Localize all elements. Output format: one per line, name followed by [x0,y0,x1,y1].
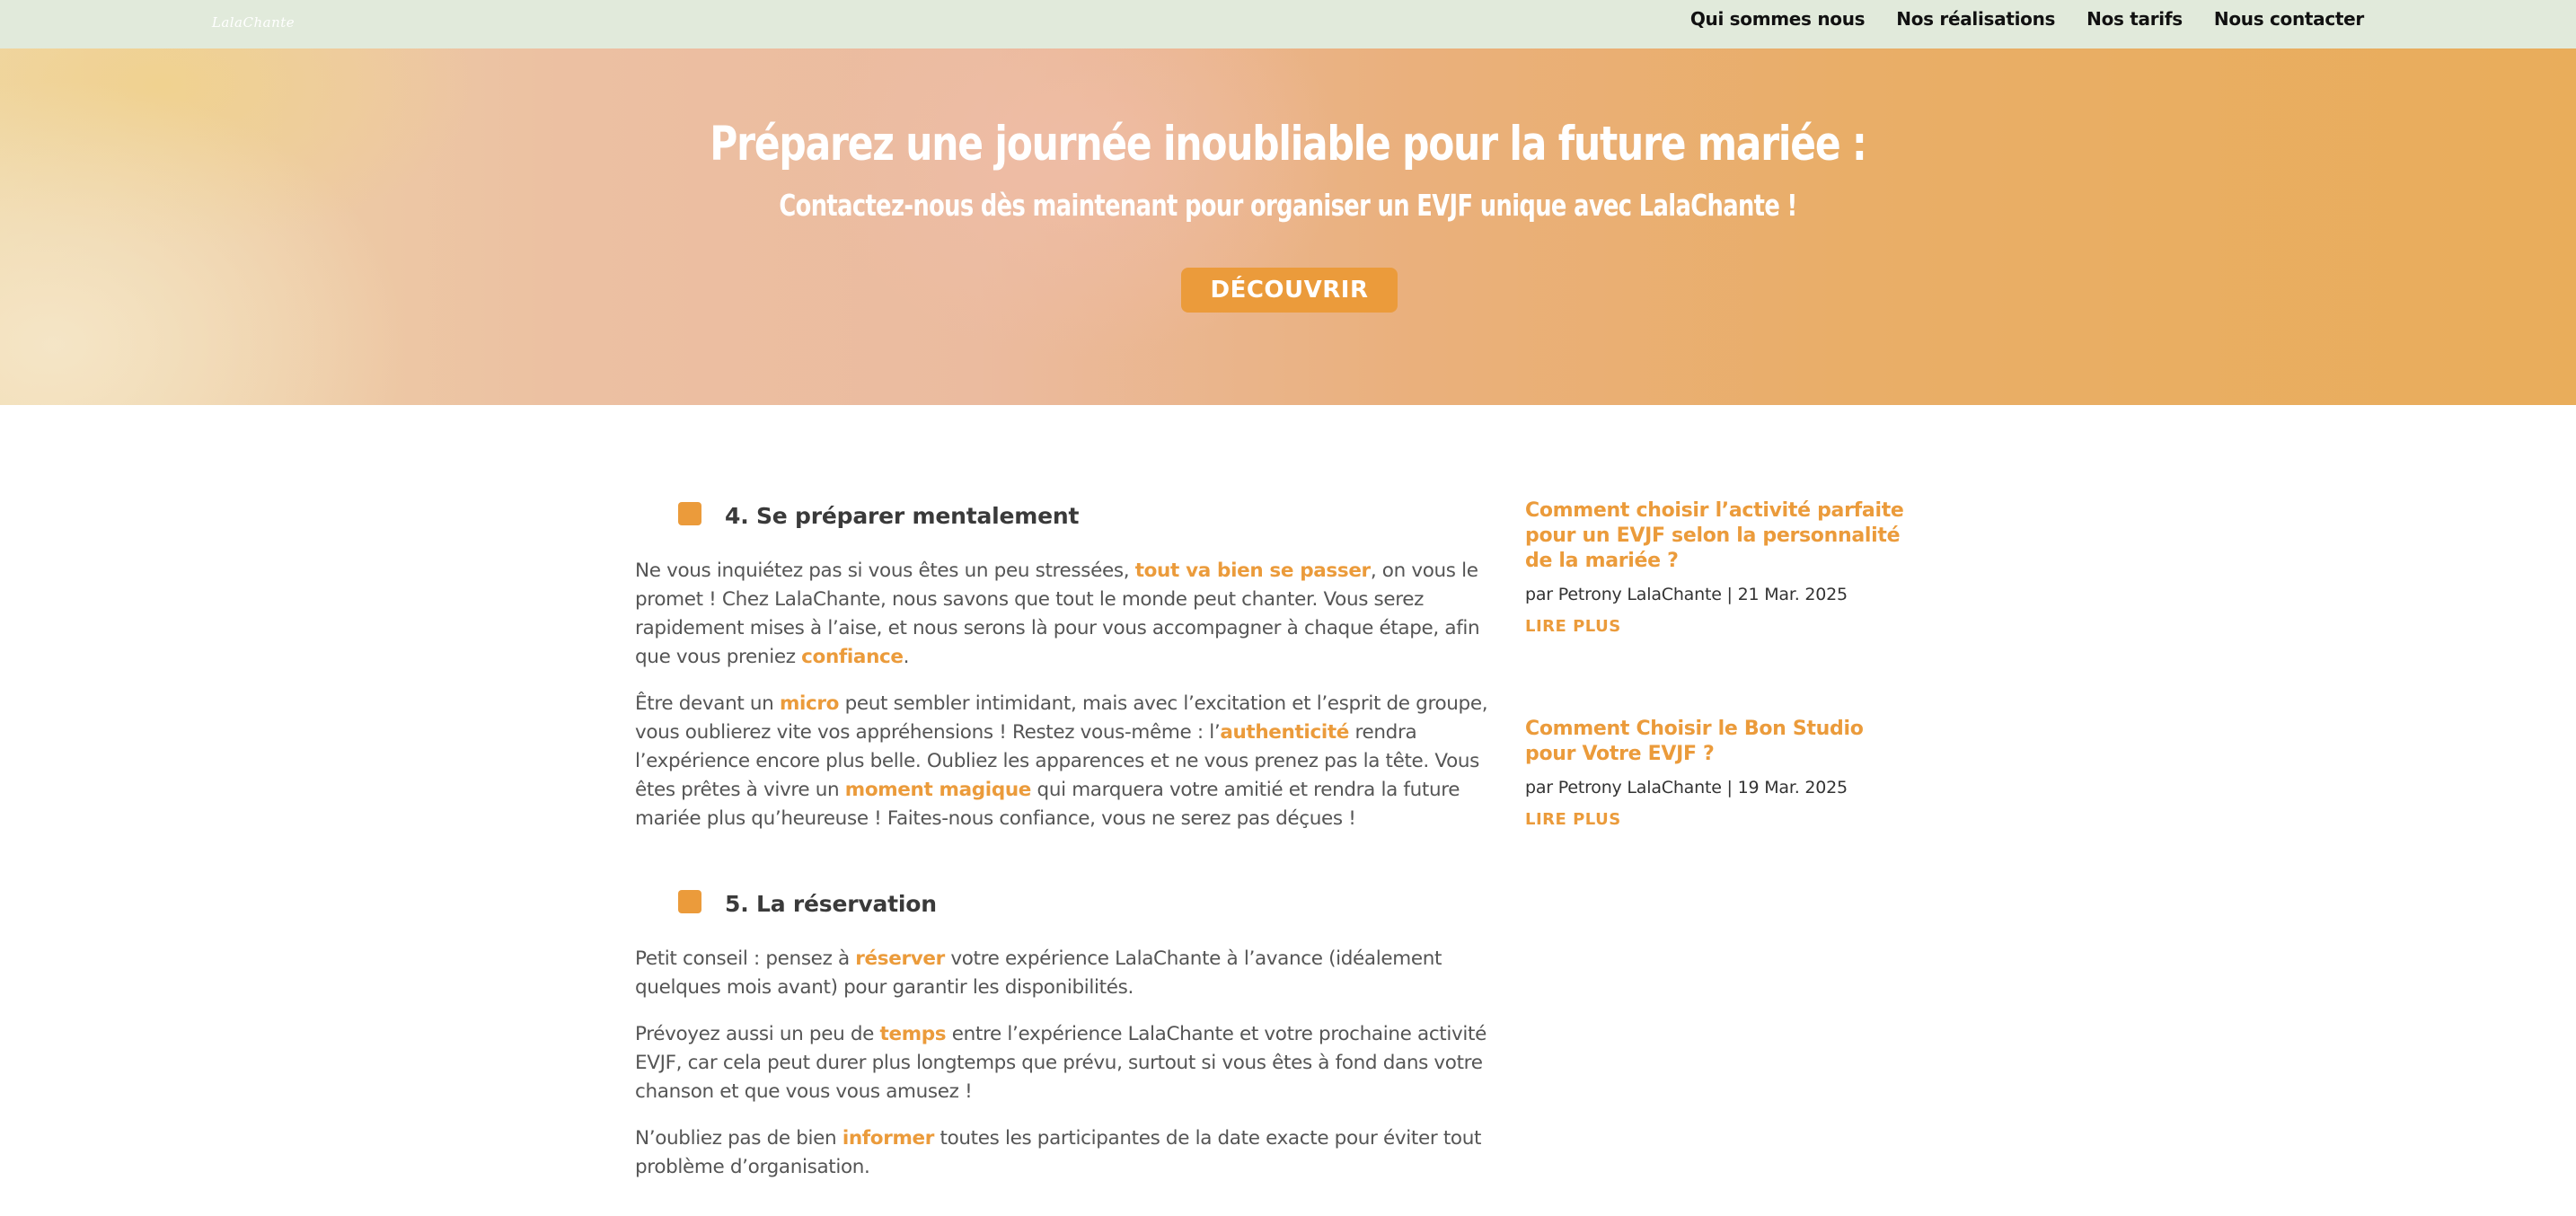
site-logo[interactable]: LalaChante [212,7,295,38]
text: Petit conseil : pensez à [635,947,856,970]
section-title: 4. Se préparer mentalement [725,503,1080,529]
recent-post: Comment choisir l’activité parfaite pour… [1525,498,1920,636]
highlight-text: moment magique [844,779,1032,801]
paragraph: Ne vous inquiétez pas si vous êtes un pe… [635,557,1488,672]
paragraph: N’oubliez pas de bien informer toutes le… [635,1124,1488,1182]
read-more-link[interactable]: LIRE PLUS [1525,810,1920,829]
text: Ne vous inquiétez pas si vous êtes un pe… [635,560,1135,582]
hero-title: Préparez une journée inoubliable pour la… [710,117,1867,172]
recent-post: Comment Choisir le Bon Studio pour Votre… [1525,717,1920,829]
nav-item-nos-tarifs[interactable]: Nos tarifs [2086,8,2183,30]
post-title-link[interactable]: Comment choisir l’activité parfaite pour… [1525,498,1920,574]
text: N’oubliez pas de bien [635,1127,842,1150]
highlight-text: confiance [801,646,904,668]
square-bullet-icon [678,890,701,913]
highlight-text: tout va bien se passer [1134,560,1371,582]
hero-banner: Préparez une journée inoubliable pour la… [0,48,2576,405]
nav-item-nous-contacter[interactable]: Nous contacter [2214,8,2364,30]
paragraph: Petit conseil : pensez à réserver votre … [635,945,1488,1002]
section-heading: 5. La réservation [635,873,1488,927]
nav-item-nos-realisations[interactable]: Nos réalisations [1896,8,2055,30]
discover-button[interactable]: DÉCOUVRIR [1181,268,1398,313]
text: . [903,646,910,668]
text: Être devant un [635,692,780,715]
text: Prévoyez aussi un peu de [635,1023,880,1045]
section-title: 5. La réservation [725,891,937,917]
highlight-text: informer [842,1127,935,1150]
post-title-link[interactable]: Comment Choisir le Bon Studio pour Votre… [1525,717,1920,767]
hero-subtitle: Contactez-nous dès maintenant pour organ… [779,188,1797,223]
nav-item-qui-sommes-nous[interactable]: Qui sommes nous [1690,8,1866,30]
logo-text: LalaChante [211,14,296,31]
highlight-text: temps [879,1023,947,1045]
paragraph: Être devant un micro peut sembler intimi… [635,690,1488,833]
top-navigation-bar: LalaChante Qui sommes nous Nos réalisati… [0,0,2576,48]
highlight-text: micro [779,692,840,715]
section-reservation: 5. La réservation Petit conseil : pensez… [635,873,1488,1182]
highlight-text: réserver [855,947,945,970]
main-nav: Qui sommes nous Nos réalisations Nos tar… [1690,0,2364,38]
section-preparation-mentale: 4. Se préparer mentalement Ne vous inqui… [635,485,1488,833]
paragraph: Prévoyez aussi un peu de temps entre l’e… [635,1020,1488,1106]
post-meta: par Petrony LalaChante | 21 Mar. 2025 [1525,585,1848,604]
highlight-text: authenticité [1220,721,1350,744]
post-meta: par Petrony LalaChante | 19 Mar. 2025 [1525,778,1848,797]
section-heading: 4. Se préparer mentalement [635,485,1488,539]
read-more-link[interactable]: LIRE PLUS [1525,617,1920,636]
square-bullet-icon [678,502,701,525]
